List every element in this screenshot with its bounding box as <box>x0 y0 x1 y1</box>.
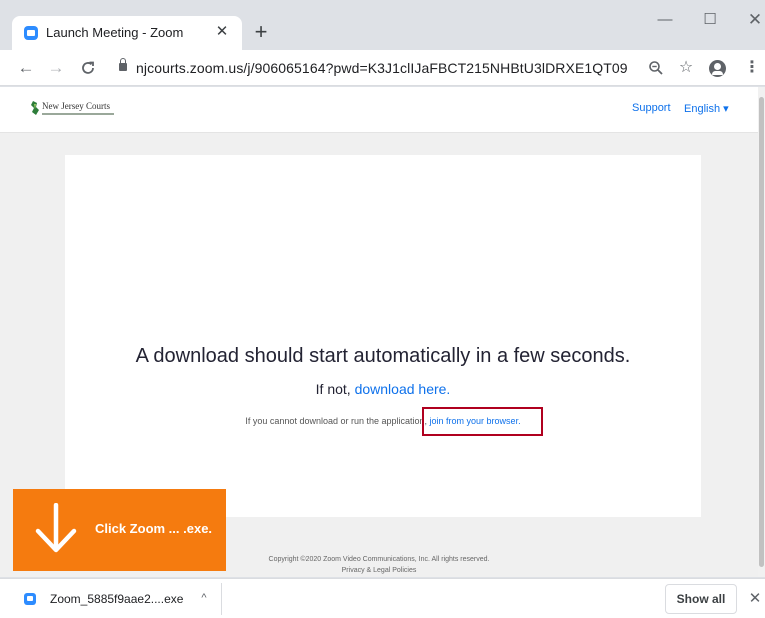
launch-card: A download should start automatically in… <box>65 155 701 517</box>
logo-text: New Jersey Courts <box>42 101 110 111</box>
browser-window: Launch Meeting - Zoom ✕ + — ☐ ✕ ← → njco… <box>0 0 765 618</box>
down-arrow-icon <box>35 503 77 553</box>
address-bar[interactable]: njcourts.zoom.us/j/906065164?pwd=K3J1clI… <box>108 53 628 83</box>
click-zoom-exe-callout: Click Zoom ... .exe. <box>13 489 226 571</box>
logo-tagline <box>42 113 114 115</box>
callout-text: Click Zoom ... .exe. <box>95 521 213 536</box>
window-close-button[interactable]: ✕ <box>740 8 765 32</box>
page-scrollbar[interactable] <box>758 87 765 577</box>
new-tab-button[interactable]: + <box>248 20 274 46</box>
scrollbar-thumb[interactable] <box>759 97 764 567</box>
download-here-link[interactable]: download here. <box>355 381 451 397</box>
language-dropdown[interactable]: English ▾ <box>684 102 729 115</box>
tab-close-icon[interactable]: ✕ <box>212 22 232 42</box>
download-headline: A download should start automatically in… <box>135 345 631 367</box>
back-button[interactable]: ← <box>14 56 38 80</box>
forward-button[interactable]: → <box>44 56 68 80</box>
bookmark-star-icon[interactable]: ☆ <box>674 56 698 80</box>
zoom-file-icon <box>24 593 36 605</box>
subline-prefix: If not, <box>315 381 355 397</box>
browser-menu-icon[interactable]: ⋮ <box>740 56 764 80</box>
magnifier-minus-icon <box>649 61 663 75</box>
profile-avatar-icon <box>709 60 726 77</box>
support-link[interactable]: Support <box>632 102 671 114</box>
reload-icon <box>82 61 94 74</box>
nj-courts-logo-icon <box>31 101 39 115</box>
download-item[interactable]: Zoom_5885f9aae2....exe ^ <box>10 583 222 615</box>
maximize-button[interactable]: ☐ <box>695 8 725 32</box>
lock-icon[interactable] <box>119 58 127 71</box>
browser-join-prefix: If you cannot download or run the applic… <box>245 416 430 426</box>
close-shelf-icon[interactable]: ✕ <box>746 589 764 609</box>
zoom-out-icon[interactable] <box>644 56 668 80</box>
profile-button[interactable] <box>706 56 730 80</box>
tab-strip: Launch Meeting - Zoom ✕ + — ☐ ✕ <box>0 0 765 50</box>
browser-join-line: If you cannot download or run the applic… <box>65 416 701 426</box>
browser-toolbar: ← → njcourts.zoom.us/j/906065164?pwd=K3J… <box>0 50 765 86</box>
show-all-button[interactable]: Show all <box>665 584 737 614</box>
chevron-up-icon[interactable]: ^ <box>194 588 214 608</box>
nj-courts-logo[interactable]: New Jersey Courts <box>30 100 120 120</box>
zoom-favicon-icon <box>24 26 38 40</box>
site-header: New Jersey Courts Support English ▾ <box>0 87 758 133</box>
minimize-button[interactable]: — <box>650 8 680 32</box>
download-shelf: Zoom_5885f9aae2....exe ^ Show all ✕ <box>0 578 765 618</box>
download-subline: If not, download here. <box>65 381 701 397</box>
highlight-annotation-box <box>422 407 543 436</box>
reload-button[interactable] <box>76 56 100 80</box>
tab-title: Launch Meeting - Zoom <box>46 25 184 40</box>
download-file-name[interactable]: Zoom_5885f9aae2....exe <box>50 592 183 606</box>
tab-launch-meeting[interactable]: Launch Meeting - Zoom ✕ <box>12 16 242 50</box>
url-text[interactable]: njcourts.zoom.us/j/906065164?pwd=K3J1clI… <box>136 60 628 76</box>
